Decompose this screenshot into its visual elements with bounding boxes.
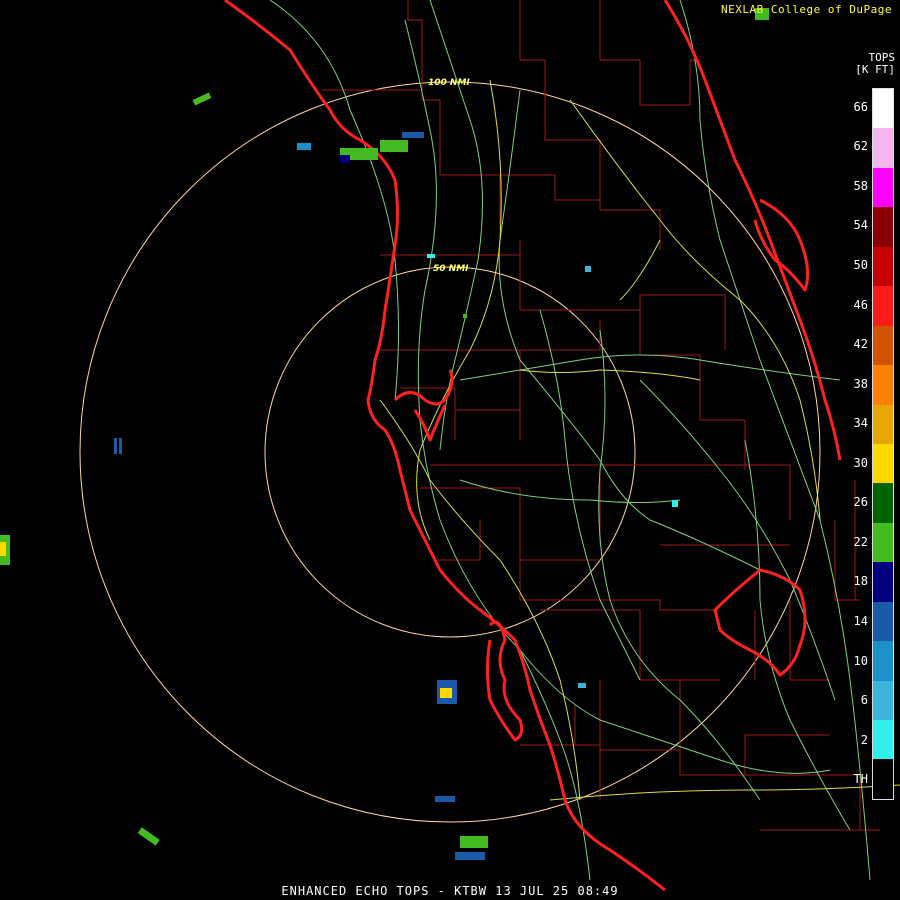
scale-tick-label: 10: [853, 653, 868, 668]
ring-label-50: 50 NMI: [433, 264, 469, 274]
scale-segment: [873, 601, 893, 642]
scale-tick-label: 50: [853, 258, 868, 272]
radar-map: 100 NMI 50 NMI: [0, 0, 900, 892]
scale-segment: [873, 167, 893, 208]
echo-cell: [578, 683, 586, 688]
echo-cell: [455, 852, 485, 860]
scale-tick-label: 54: [853, 218, 868, 233]
scale-tick-label: 22: [853, 534, 868, 549]
scale-tick-label: 6: [860, 693, 868, 708]
scale-segment: [873, 759, 893, 799]
echo-cell: [460, 836, 488, 848]
scale-segment: [873, 128, 893, 168]
footer-caption: ENHANCED ECHO TOPS - KTBW 13 JUL 25 08:4…: [281, 884, 619, 898]
ring-100nmi: [79, 81, 821, 823]
scale-tick-label: 18: [853, 574, 868, 589]
highways-green: [269, 0, 871, 881]
scale-tick-label: 26: [853, 495, 868, 510]
echo-cell: [402, 132, 424, 138]
scale-tick-label: 46: [853, 297, 868, 312]
echo-cell: [672, 500, 678, 507]
echo-cell: [435, 796, 455, 802]
color-scale: [872, 88, 894, 800]
echo-cell: [0, 542, 6, 556]
echo-cell: [137, 827, 160, 846]
scale-tick-label: 62: [853, 139, 868, 154]
scale-segment: [873, 89, 893, 129]
scale-segment: [873, 522, 893, 563]
scale-tick-label: 2: [860, 732, 868, 747]
legend-title: TOPS [K FT]: [815, 52, 895, 76]
legend-title-line2: [K FT]: [855, 63, 895, 76]
scale-tick-label: 38: [853, 376, 868, 391]
credit-label: NEXLAB College of DuPage: [721, 3, 892, 16]
scale-tick-label: 30: [853, 455, 868, 470]
scale-segment: [873, 443, 893, 484]
echo-cell: [440, 688, 452, 698]
range-rings: [79, 81, 821, 823]
coastline: [224, 0, 842, 892]
scale-tick-label: 42: [853, 337, 868, 352]
scale-tick-label: 34: [853, 416, 868, 431]
scale-segment: [873, 325, 893, 366]
echo-cell: [427, 254, 435, 258]
scale-segment: [873, 365, 893, 405]
echo-cell: [297, 143, 311, 150]
highways-yellow: [379, 79, 900, 801]
echo-cell: [192, 92, 212, 106]
echo-cell: [114, 438, 117, 454]
echo-cell: [119, 438, 122, 454]
scale-segment: [873, 483, 893, 523]
scale-segment: [873, 246, 893, 287]
echo-cell: [340, 155, 350, 163]
echo-cell: [463, 314, 467, 318]
scale-tick-label: TH: [853, 772, 868, 787]
scale-tick-label: 66: [853, 99, 868, 114]
scale-segment: [873, 720, 893, 760]
scale-tick-label: 58: [853, 178, 868, 193]
echo-cell: [585, 266, 591, 272]
scale-segment: [873, 207, 893, 247]
county-lines: [322, 0, 880, 831]
echo-cell: [380, 140, 408, 152]
radar-returns: [0, 8, 769, 860]
scale-segment: [873, 641, 893, 681]
scale-segment: [873, 286, 893, 326]
ring-label-100: 100 NMI: [428, 78, 470, 88]
scale-segment: [873, 404, 893, 444]
scale-segment: [873, 680, 893, 720]
scale-tick-label: 14: [853, 614, 868, 628]
scale-segment: [873, 562, 893, 602]
